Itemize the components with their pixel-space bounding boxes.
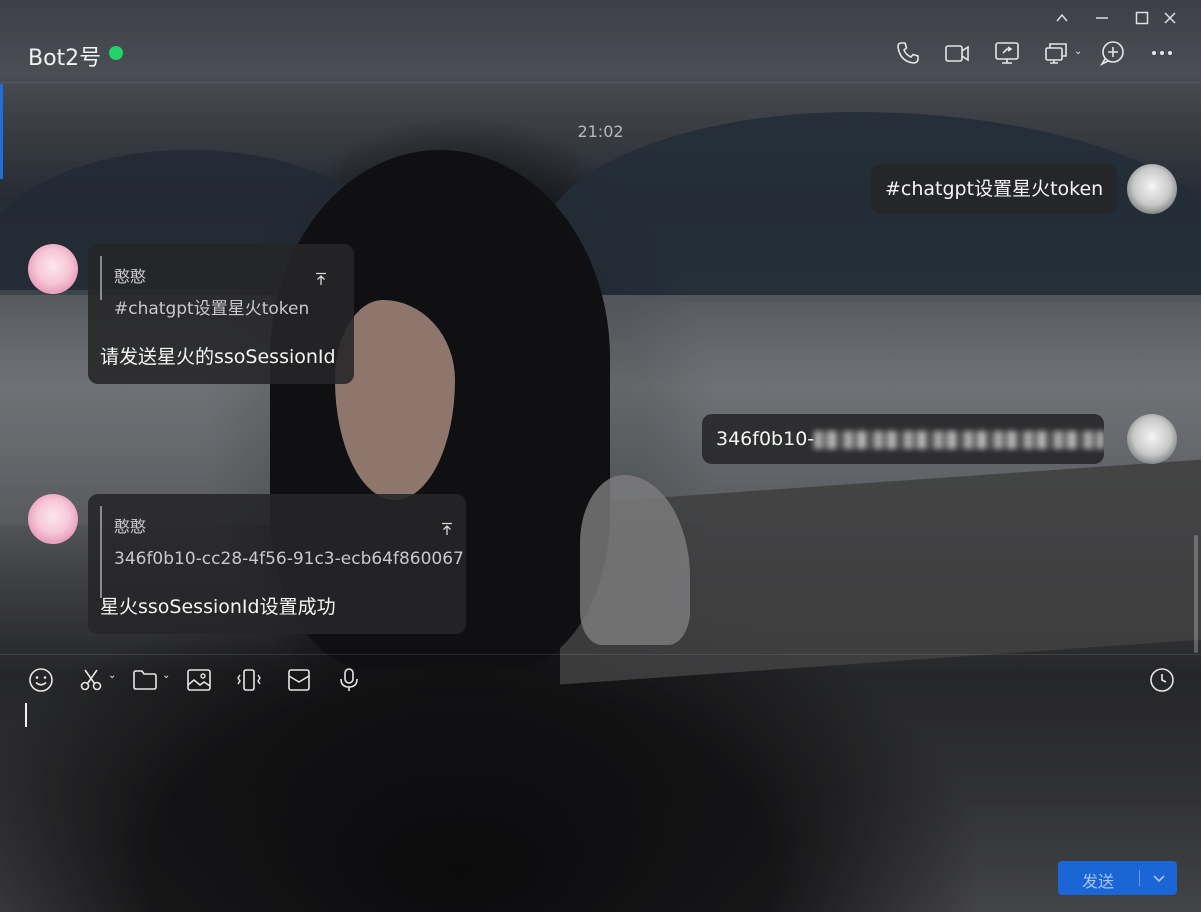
- user-avatar[interactable]: [1127, 414, 1177, 464]
- quote-text: 346f0b10-cc28-4f56-91c3-ecb64f860067: [114, 549, 464, 569]
- screen-share-icon[interactable]: [992, 38, 1022, 68]
- collapse-icon[interactable]: [1050, 6, 1074, 30]
- message-text: 星火ssoSessionId设置成功: [100, 596, 336, 618]
- add-icon[interactable]: [1097, 38, 1127, 68]
- emoji-icon[interactable]: [26, 665, 56, 695]
- input-divider: [0, 654, 1201, 655]
- message-text: 346f0b10-: [716, 428, 815, 450]
- chevron-down-icon[interactable]: ⌄: [108, 670, 116, 681]
- send-button[interactable]: 发送: [1058, 861, 1177, 895]
- bot-avatar[interactable]: [28, 244, 78, 294]
- shake-icon[interactable]: [234, 665, 264, 695]
- message-text: 请发送星火的ssoSessionId: [100, 346, 336, 368]
- message-timestamp: 21:02: [577, 122, 624, 141]
- maximize-icon[interactable]: [1130, 6, 1154, 30]
- chevron-down-icon[interactable]: ⌄: [162, 670, 170, 681]
- message-bubble-incoming[interactable]: 憨憨 #chatgpt设置星火token 请发送星火的ssoSessionId: [88, 244, 354, 384]
- quote-sender-name: 憨憨: [114, 517, 147, 536]
- reply-quote[interactable]: [100, 256, 102, 300]
- mailbox-icon[interactable]: [284, 665, 314, 695]
- redacted-text: [814, 430, 1104, 449]
- quote-sender-name: 憨憨: [114, 267, 147, 286]
- chat-header: Bot2号 ⌄: [0, 0, 1201, 83]
- jump-to-original-icon[interactable]: [314, 267, 328, 285]
- phone-icon[interactable]: [893, 38, 923, 68]
- reply-quote[interactable]: [100, 506, 102, 598]
- image-icon[interactable]: [184, 665, 214, 695]
- minimize-icon[interactable]: [1090, 6, 1114, 30]
- message-input[interactable]: [25, 703, 27, 727]
- send-button-label: 发送: [1081, 872, 1114, 891]
- send-options-chevron-icon[interactable]: [1148, 867, 1170, 889]
- scissors-icon[interactable]: [76, 665, 106, 695]
- folder-icon[interactable]: [130, 665, 160, 695]
- bot-avatar[interactable]: [28, 494, 78, 544]
- message-bubble-outgoing[interactable]: #chatgpt设置星火token: [871, 164, 1118, 214]
- chevron-down-icon[interactable]: ⌄: [1074, 46, 1082, 57]
- send-button-divider: [1139, 870, 1140, 886]
- history-icon[interactable]: [1147, 665, 1177, 695]
- online-status-indicator: [109, 46, 123, 60]
- chat-scrollbar[interactable]: [1194, 535, 1198, 653]
- message-bubble-outgoing[interactable]: 346f0b10-: [702, 414, 1104, 464]
- user-avatar[interactable]: [1127, 164, 1177, 214]
- quote-text: #chatgpt设置星火token: [114, 299, 310, 319]
- message-text: #chatgpt设置星火token: [885, 178, 1104, 200]
- close-icon[interactable]: [1158, 6, 1182, 30]
- video-camera-icon[interactable]: [942, 38, 972, 68]
- chat-title: Bot2号: [28, 46, 102, 71]
- jump-to-original-icon[interactable]: [440, 517, 454, 535]
- remote-desktop-icon[interactable]: [1042, 38, 1072, 68]
- more-icon[interactable]: [1147, 38, 1177, 68]
- microphone-icon[interactable]: [334, 665, 364, 695]
- message-bubble-incoming[interactable]: 憨憨 346f0b10-cc28-4f56-91c3-ecb64f860067 …: [88, 494, 466, 634]
